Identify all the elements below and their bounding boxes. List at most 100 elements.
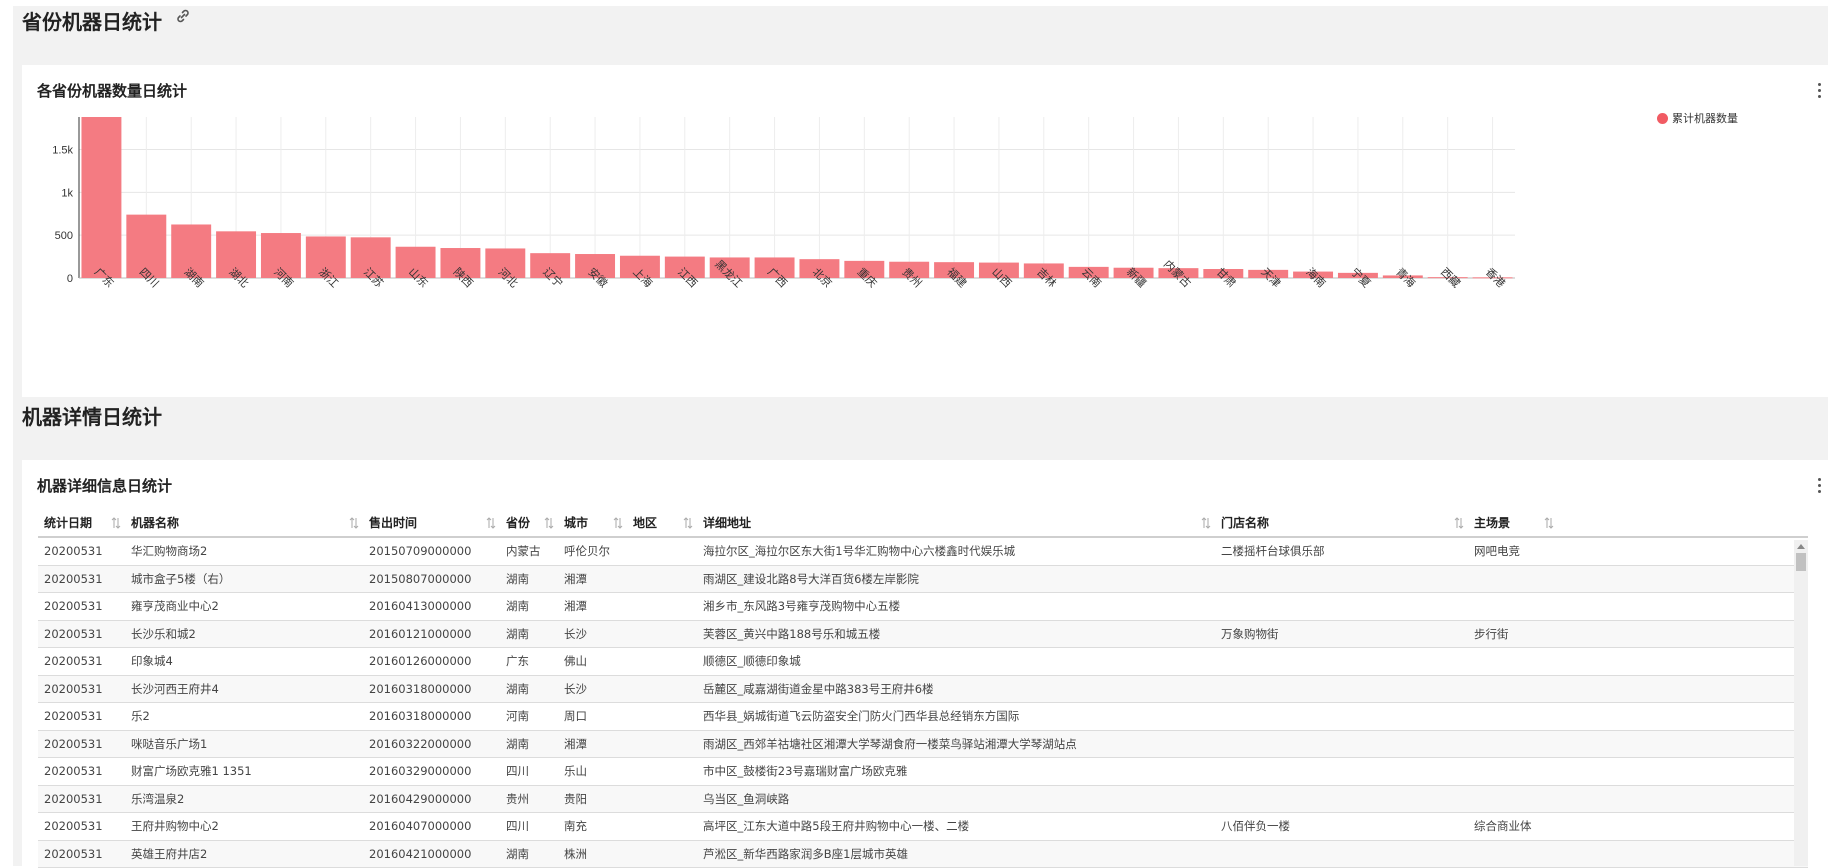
header-col-province[interactable]: 省份 <box>500 510 558 536</box>
cell-stat-date: 20200531 <box>38 593 125 620</box>
x-tick-label: 青海 <box>1393 265 1418 290</box>
cell-store-name <box>1215 758 1468 785</box>
cell-machine-name: 咪哒音乐广场1 <box>125 731 363 758</box>
cell-district <box>627 841 697 868</box>
table-row[interactable]: 20200531长沙河西王府井420160318000000湖南长沙岳麓区_咸嘉… <box>38 676 1808 704</box>
header-col-city[interactable]: 城市 <box>558 510 627 536</box>
cell-store-name <box>1215 703 1468 730</box>
table-row[interactable]: 20200531城市盒子5楼（右）20150807000000湖南湘潭雨湖区_建… <box>38 566 1808 594</box>
table-row[interactable]: 20200531华汇购物商场220150709000000内蒙古呼伦贝尔海拉尔区… <box>38 538 1808 566</box>
cell-store-name <box>1215 566 1468 593</box>
y-tick-label: 1.5k <box>52 145 73 157</box>
sort-icon[interactable] <box>1454 517 1464 529</box>
header-col-district[interactable]: 地区 <box>627 510 697 536</box>
table-row[interactable]: 20200531乐湾温泉220160429000000贵州贵阳乌当区_鱼洞峡路 <box>38 786 1808 814</box>
header-col-store-name[interactable]: 门店名称 <box>1215 510 1468 536</box>
cell-machine-name: 华汇购物商场2 <box>125 538 363 565</box>
cell-machine-name: 印象城4 <box>125 648 363 675</box>
cell-city: 呼伦贝尔 <box>558 538 627 565</box>
scroll-thumb[interactable] <box>1796 553 1806 571</box>
sort-icon[interactable] <box>111 517 121 529</box>
cell-sold-time: 20160121000000 <box>363 621 500 648</box>
cell-machine-name: 城市盒子5楼（右） <box>125 566 363 593</box>
cell-store-name <box>1215 676 1468 703</box>
cell-province: 内蒙古 <box>500 538 558 565</box>
cell-main-scene: 步行街 <box>1468 621 1558 648</box>
cell-province: 广东 <box>500 648 558 675</box>
cell-main-scene <box>1468 593 1558 620</box>
table-row[interactable]: 20200531长沙乐和城220160121000000湖南长沙芙蓉区_黄兴中路… <box>38 621 1808 649</box>
scroll-up-icon[interactable] <box>1797 544 1805 549</box>
cell-city: 贵阳 <box>558 786 627 813</box>
table-row[interactable]: 20200531乐220160318000000河南周口西华县_娲城街道飞云防盗… <box>38 703 1808 731</box>
cell-main-scene <box>1468 731 1558 758</box>
cell-store-name <box>1215 731 1468 758</box>
table-row[interactable]: 20200531王府井购物中心220160407000000四川南充高坪区_江东… <box>38 813 1808 841</box>
cell-province: 湖南 <box>500 566 558 593</box>
header-col-address[interactable]: 详细地址 <box>697 510 1215 536</box>
cell-store-name <box>1215 593 1468 620</box>
x-tick-label: 海南 <box>1303 265 1328 290</box>
header-label: 售出时间 <box>369 516 417 530</box>
cell-address: 市中区_鼓楼街23号嘉瑞财富广场欧克雅 <box>697 758 1215 785</box>
chart-card: 各省份机器数量日统计 累计机器数量 05001k1.5k广东四川湖南湖北河南浙江… <box>22 65 1828 397</box>
cell-machine-name: 财富广场欧克雅1 1351 <box>125 758 363 785</box>
table-row[interactable]: 20200531英雄王府井店220160421000000湖南株洲芦淞区_新华西… <box>38 841 1808 868</box>
cell-machine-name: 雍亨茂商业中心2 <box>125 593 363 620</box>
cell-machine-name: 长沙乐和城2 <box>125 621 363 648</box>
header-col-machine-name[interactable]: 机器名称 <box>125 510 363 536</box>
cell-machine-name: 王府井购物中心2 <box>125 813 363 840</box>
cell-district <box>627 566 697 593</box>
cell-province: 贵州 <box>500 786 558 813</box>
sort-icon[interactable] <box>486 517 496 529</box>
cell-district <box>627 703 697 730</box>
cell-sold-time: 20160413000000 <box>363 593 500 620</box>
sort-icon[interactable] <box>544 517 554 529</box>
cell-sold-time: 20160126000000 <box>363 648 500 675</box>
cell-district <box>627 813 697 840</box>
cell-sold-time: 20150709000000 <box>363 538 500 565</box>
cell-district <box>627 538 697 565</box>
cell-address: 雨湖区_建设北路8号大洋百货6楼左岸影院 <box>697 566 1215 593</box>
table-row[interactable]: 20200531印象城420160126000000广东佛山顺德区_顺德印象城 <box>38 648 1808 676</box>
cell-city: 周口 <box>558 703 627 730</box>
header-label: 门店名称 <box>1221 516 1269 530</box>
sort-icon[interactable] <box>1544 517 1554 529</box>
cell-stat-date: 20200531 <box>38 621 125 648</box>
cell-address: 芦淞区_新华西路家润多B座1层城市英雄 <box>697 841 1215 868</box>
cell-address: 湘乡市_东风路3号雍亨茂购物中心五楼 <box>697 593 1215 620</box>
table-row[interactable]: 20200531咪哒音乐广场120160322000000湖南湘潭雨湖区_西郊羊… <box>38 731 1808 759</box>
sort-icon[interactable] <box>349 517 359 529</box>
link-icon[interactable] <box>175 8 191 24</box>
cell-main-scene: 综合商业体 <box>1468 813 1558 840</box>
x-tick-label: 宁夏 <box>1348 265 1373 290</box>
y-tick-label: 0 <box>67 273 73 285</box>
header-col-stat-date[interactable]: 统计日期 <box>38 510 125 536</box>
cell-sold-time: 20160421000000 <box>363 841 500 868</box>
cell-machine-name: 乐湾温泉2 <box>125 786 363 813</box>
cell-address: 海拉尔区_海拉尔区东大街1号华汇购物中心六楼鑫时代娱乐城 <box>697 538 1215 565</box>
header-col-sold-time[interactable]: 售出时间 <box>363 510 500 536</box>
header-col-main-scene[interactable]: 主场景 <box>1468 510 1558 536</box>
cell-address: 顺德区_顺德印象城 <box>697 648 1215 675</box>
cell-sold-time: 20160322000000 <box>363 731 500 758</box>
more-options-icon[interactable] <box>1816 478 1822 496</box>
cell-main-scene <box>1468 758 1558 785</box>
section-title-detail: 机器详情日统计 <box>22 401 162 430</box>
table-row[interactable]: 20200531雍亨茂商业中心220160413000000湖南湘潭湘乡市_东风… <box>38 593 1808 621</box>
vertical-scrollbar[interactable] <box>1794 540 1808 866</box>
cell-sold-time: 20160318000000 <box>363 703 500 730</box>
bar[interactable] <box>81 117 121 278</box>
sort-icon[interactable] <box>613 517 623 529</box>
cell-district <box>627 786 697 813</box>
cell-sold-time: 20160429000000 <box>363 786 500 813</box>
cell-store-name <box>1215 841 1468 868</box>
table-row[interactable]: 20200531财富广场欧克雅1 135120160329000000四川乐山市… <box>38 758 1808 786</box>
sort-icon[interactable] <box>1201 517 1211 529</box>
cell-province: 湖南 <box>500 731 558 758</box>
sort-icon[interactable] <box>683 517 693 529</box>
cell-address: 芙蓉区_黄兴中路188号乐和城五楼 <box>697 621 1215 648</box>
cell-main-scene <box>1468 841 1558 868</box>
section-title-province: 省份机器日统计 <box>22 6 162 35</box>
cell-stat-date: 20200531 <box>38 676 125 703</box>
